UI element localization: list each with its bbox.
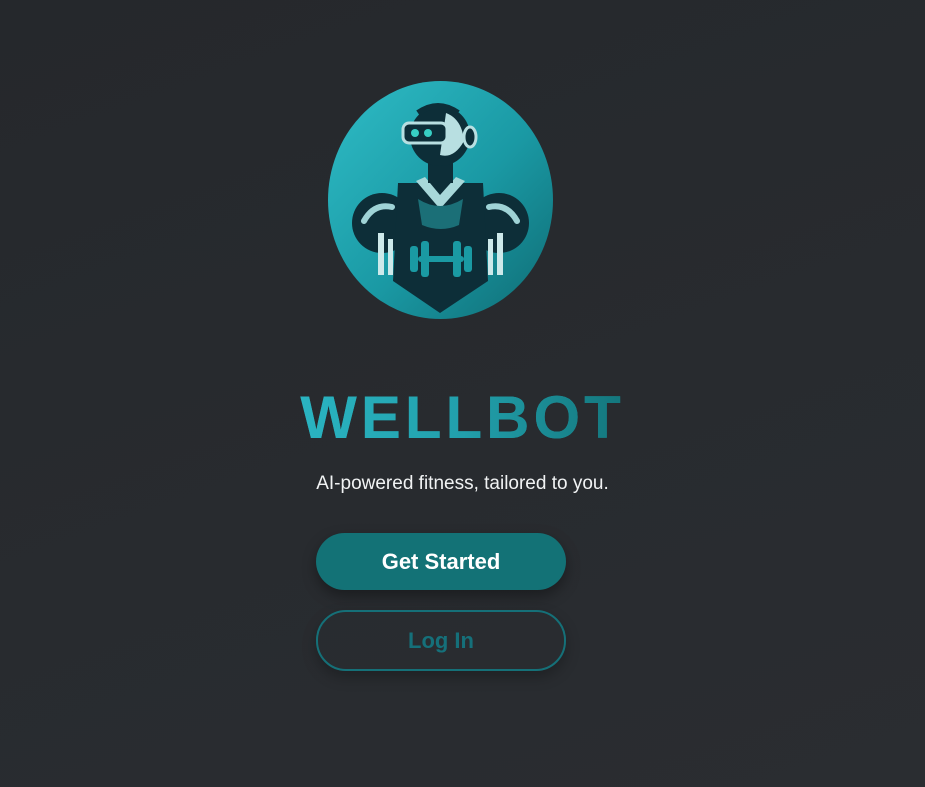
app-title-text: WELLBOT — [300, 384, 625, 451]
app-logo — [328, 81, 553, 319]
welcome-screen: WELLBOT AI-powered fitness, tailored to … — [0, 0, 925, 787]
robot-bodybuilder-icon — [328, 81, 553, 319]
get-started-button[interactable]: Get Started — [316, 533, 566, 590]
app-tagline: AI-powered fitness, tailored to you. — [316, 473, 609, 494]
login-button[interactable]: Log In — [316, 610, 566, 671]
app-title: WELLBOT — [0, 383, 925, 453]
